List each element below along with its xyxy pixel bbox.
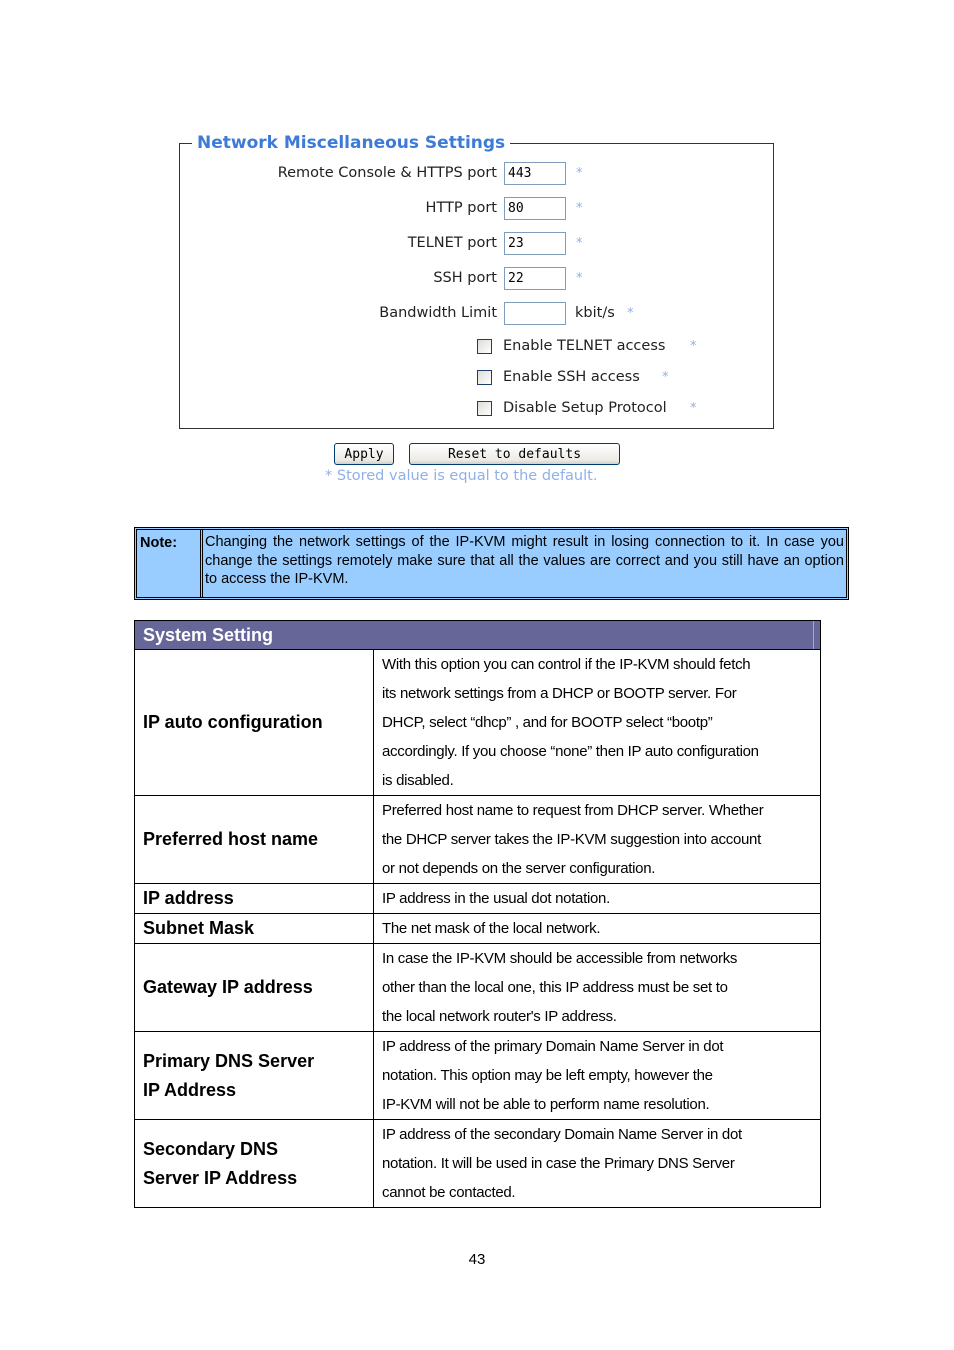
description-line: notation. It will be used in case the Pr… — [382, 1155, 735, 1172]
setting-name: Primary DNS Server IP Address — [134, 1031, 374, 1120]
default-marker: * — [576, 270, 583, 286]
setting-name-line: IP auto configuration — [143, 712, 323, 732]
apply-button[interactable]: Apply — [334, 443, 394, 465]
enable-telnet-label: Enable TELNET access — [503, 338, 666, 354]
default-marker: * — [576, 200, 583, 216]
enable-ssh-checkbox[interactable] — [477, 369, 492, 385]
ssh-port-label: SSH port — [433, 270, 497, 286]
setting-description: In case the IP-KVM should be accessible … — [373, 943, 821, 1032]
panel-title: Network Miscellaneous Settings — [192, 133, 511, 153]
system-setting-table: System Setting IP auto configuration With… — [134, 620, 821, 1208]
setting-name-line: Server IP Address — [143, 1167, 298, 1188]
bandwidth-limit-label: Bandwidth Limit — [379, 305, 497, 321]
table-header: System Setting — [134, 620, 821, 650]
note-box: Note: Changing the network settings of t… — [134, 527, 849, 600]
description-line: Preferred host name to request from DHCP… — [382, 802, 764, 819]
setting-description: With this option you can control if the … — [373, 649, 821, 796]
disable-setup-protocol-checkbox[interactable] — [477, 400, 492, 416]
description-line: With this option you can control if the … — [382, 656, 751, 673]
setting-description: The net mask of the local network. — [373, 913, 821, 944]
setting-name: Gateway IP address — [134, 943, 374, 1032]
table-row: Primary DNS Server IP Address IP address o… — [134, 1031, 821, 1120]
setting-name-line: Secondary DNS — [143, 1138, 279, 1159]
table-row: Subnet Mask The net mask of the local net… — [134, 913, 821, 944]
description-line: notation. This option may be left empty,… — [382, 1067, 713, 1084]
description-line: In case the IP-KVM should be accessible … — [382, 950, 738, 967]
setting-name: Subnet Mask — [134, 913, 374, 944]
table-row: Secondary DNS Server IP Address IP address… — [134, 1119, 821, 1208]
description-line: the DHCP server takes the IP-KVM suggest… — [382, 831, 761, 848]
default-marker: * — [627, 305, 634, 321]
description-line: IP address of the primary Domain Name Se… — [382, 1038, 724, 1055]
page-number: 43 — [468, 1251, 486, 1268]
default-marker: * — [662, 369, 669, 385]
setting-description: IP address of the primary Domain Name Se… — [373, 1031, 821, 1120]
telnet-port-input[interactable] — [504, 231, 566, 255]
setting-name-line: Primary DNS Server — [143, 1050, 315, 1071]
enable-telnet-checkbox[interactable] — [477, 338, 492, 354]
description-line: accordingly. If you choose “none” then I… — [382, 743, 759, 760]
setting-name: IP address — [134, 883, 374, 914]
description-line: IP address in the usual dot notation. — [382, 890, 610, 907]
setting-description: Preferred host name to request from DHCP… — [373, 795, 821, 884]
description-line: its network settings from a DHCP or BOOT… — [382, 685, 737, 702]
default-marker: * — [576, 235, 583, 251]
setting-name-line: IP address — [143, 888, 234, 908]
setting-name: IP auto configuration — [134, 649, 374, 796]
description-line: or not depends on the server configurati… — [382, 860, 656, 877]
description-line: other than the local one, this IP addres… — [382, 979, 728, 996]
description-line: The net mask of the local network. — [382, 920, 601, 937]
description-line: is disabled. — [382, 772, 454, 789]
https-port-label: Remote Console & HTTPS port — [277, 165, 497, 181]
setting-name: Secondary DNS Server IP Address — [134, 1119, 374, 1208]
setting-name-line: Gateway IP address — [143, 977, 313, 997]
table-row: Gateway IP address In case the IP-KVM sho… — [134, 943, 821, 1032]
table-row: IP address IP address in the usual dot no… — [134, 883, 821, 914]
setting-name-line: Preferred host name — [143, 829, 319, 849]
note-label: Note: — [137, 530, 203, 597]
setting-description: IP address in the usual dot notation. — [373, 883, 821, 914]
table-row: IP auto configuration With this option yo… — [134, 649, 821, 796]
ssh-port-input[interactable] — [504, 266, 566, 290]
https-port-input[interactable] — [504, 161, 566, 185]
setting-description: IP address of the secondary Domain Name … — [373, 1119, 821, 1208]
default-marker: * — [576, 165, 583, 181]
description-line: IP address of the secondary Domain Name … — [382, 1126, 742, 1143]
description-line: the local network router's IP address. — [382, 1008, 617, 1025]
setting-name: Preferred host name — [134, 795, 374, 884]
http-port-label: HTTP port — [425, 200, 497, 216]
description-line: DHCP, select “dhcp” , and for BOOTP sele… — [382, 714, 713, 731]
enable-ssh-label: Enable SSH access — [503, 369, 640, 385]
default-footnote: * Stored value is equal to the default. — [325, 468, 598, 484]
description-line: IP-KVM will not be able to perform name … — [382, 1096, 710, 1113]
setting-name-line: IP Address — [143, 1079, 237, 1100]
bandwidth-limit-input[interactable] — [504, 301, 566, 325]
default-marker: * — [690, 338, 697, 354]
description-line: cannot be contacted. — [382, 1184, 516, 1201]
reset-to-defaults-button[interactable]: Reset to defaults — [409, 443, 620, 465]
table-title: System Setting — [143, 624, 274, 645]
http-port-input[interactable] — [504, 196, 566, 220]
note-text: Changing the network settings of the IP-… — [205, 534, 844, 587]
disable-setup-protocol-label: Disable Setup Protocol — [503, 400, 667, 416]
bandwidth-unit: kbit/s — [575, 305, 615, 321]
setting-name-line: Subnet Mask — [143, 918, 255, 938]
default-marker: * — [690, 400, 697, 416]
telnet-port-label: TELNET port — [407, 235, 497, 251]
table-row: Preferred host name Preferred host name t… — [134, 795, 821, 884]
